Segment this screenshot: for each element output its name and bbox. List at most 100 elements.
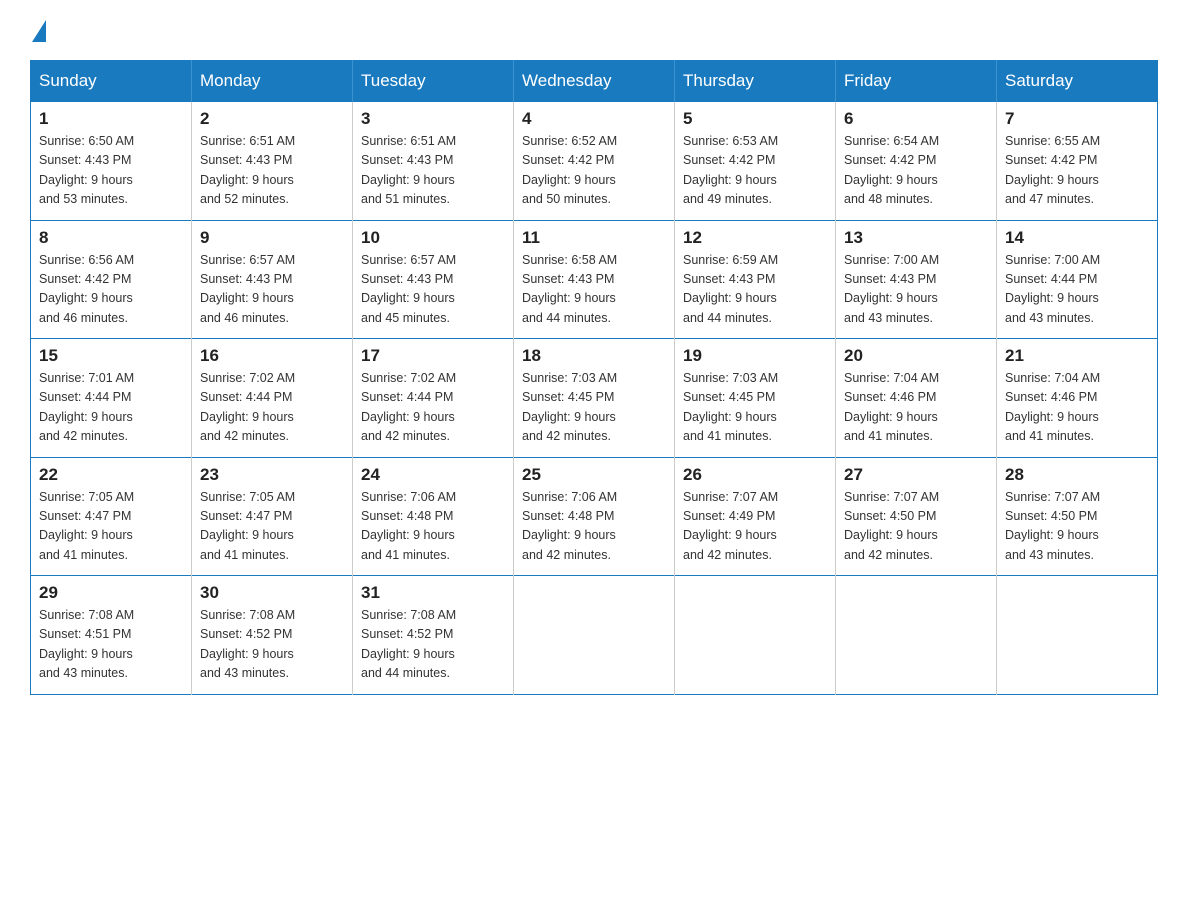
calendar-cell: 30 Sunrise: 7:08 AMSunset: 4:52 PMDayligh…	[192, 576, 353, 695]
calendar-cell: 4 Sunrise: 6:52 AMSunset: 4:42 PMDaylight…	[514, 102, 675, 221]
calendar-cell	[836, 576, 997, 695]
calendar-cell: 9 Sunrise: 6:57 AMSunset: 4:43 PMDaylight…	[192, 220, 353, 339]
day-info: Sunrise: 6:54 AMSunset: 4:42 PMDaylight:…	[844, 132, 988, 210]
day-number: 29	[39, 583, 183, 603]
day-info: Sunrise: 7:00 AMSunset: 4:44 PMDaylight:…	[1005, 251, 1149, 329]
calendar-cell: 22 Sunrise: 7:05 AMSunset: 4:47 PMDayligh…	[31, 457, 192, 576]
day-info: Sunrise: 7:04 AMSunset: 4:46 PMDaylight:…	[1005, 369, 1149, 447]
day-info: Sunrise: 7:07 AMSunset: 4:50 PMDaylight:…	[844, 488, 988, 566]
logo-triangle-icon	[32, 20, 46, 42]
calendar-cell: 24 Sunrise: 7:06 AMSunset: 4:48 PMDayligh…	[353, 457, 514, 576]
day-number: 12	[683, 228, 827, 248]
calendar-cell: 18 Sunrise: 7:03 AMSunset: 4:45 PMDayligh…	[514, 339, 675, 458]
day-info: Sunrise: 7:05 AMSunset: 4:47 PMDaylight:…	[39, 488, 183, 566]
day-number: 31	[361, 583, 505, 603]
col-header-saturday: Saturday	[997, 61, 1158, 102]
calendar-cell: 8 Sunrise: 6:56 AMSunset: 4:42 PMDaylight…	[31, 220, 192, 339]
day-info: Sunrise: 6:55 AMSunset: 4:42 PMDaylight:…	[1005, 132, 1149, 210]
day-number: 8	[39, 228, 183, 248]
day-number: 9	[200, 228, 344, 248]
day-info: Sunrise: 7:07 AMSunset: 4:50 PMDaylight:…	[1005, 488, 1149, 566]
day-number: 22	[39, 465, 183, 485]
calendar-week-row: 29 Sunrise: 7:08 AMSunset: 4:51 PMDayligh…	[31, 576, 1158, 695]
calendar-cell: 26 Sunrise: 7:07 AMSunset: 4:49 PMDayligh…	[675, 457, 836, 576]
day-number: 27	[844, 465, 988, 485]
logo-text	[30, 20, 48, 42]
day-info: Sunrise: 6:57 AMSunset: 4:43 PMDaylight:…	[200, 251, 344, 329]
calendar-week-row: 8 Sunrise: 6:56 AMSunset: 4:42 PMDaylight…	[31, 220, 1158, 339]
day-info: Sunrise: 7:03 AMSunset: 4:45 PMDaylight:…	[522, 369, 666, 447]
day-info: Sunrise: 6:57 AMSunset: 4:43 PMDaylight:…	[361, 251, 505, 329]
day-number: 4	[522, 109, 666, 129]
calendar-week-row: 15 Sunrise: 7:01 AMSunset: 4:44 PMDayligh…	[31, 339, 1158, 458]
day-info: Sunrise: 6:56 AMSunset: 4:42 PMDaylight:…	[39, 251, 183, 329]
day-number: 19	[683, 346, 827, 366]
day-number: 21	[1005, 346, 1149, 366]
day-info: Sunrise: 7:04 AMSunset: 4:46 PMDaylight:…	[844, 369, 988, 447]
calendar-cell: 5 Sunrise: 6:53 AMSunset: 4:42 PMDaylight…	[675, 102, 836, 221]
calendar-cell	[514, 576, 675, 695]
calendar-cell: 3 Sunrise: 6:51 AMSunset: 4:43 PMDaylight…	[353, 102, 514, 221]
day-info: Sunrise: 7:01 AMSunset: 4:44 PMDaylight:…	[39, 369, 183, 447]
col-header-wednesday: Wednesday	[514, 61, 675, 102]
calendar-week-row: 22 Sunrise: 7:05 AMSunset: 4:47 PMDayligh…	[31, 457, 1158, 576]
day-number: 30	[200, 583, 344, 603]
day-number: 26	[683, 465, 827, 485]
calendar-cell: 15 Sunrise: 7:01 AMSunset: 4:44 PMDayligh…	[31, 339, 192, 458]
col-header-tuesday: Tuesday	[353, 61, 514, 102]
calendar-cell: 19 Sunrise: 7:03 AMSunset: 4:45 PMDayligh…	[675, 339, 836, 458]
day-number: 16	[200, 346, 344, 366]
calendar-cell: 16 Sunrise: 7:02 AMSunset: 4:44 PMDayligh…	[192, 339, 353, 458]
logo	[30, 20, 48, 42]
calendar-cell: 10 Sunrise: 6:57 AMSunset: 4:43 PMDayligh…	[353, 220, 514, 339]
day-info: Sunrise: 6:58 AMSunset: 4:43 PMDaylight:…	[522, 251, 666, 329]
calendar-cell	[675, 576, 836, 695]
day-info: Sunrise: 7:05 AMSunset: 4:47 PMDaylight:…	[200, 488, 344, 566]
day-info: Sunrise: 7:07 AMSunset: 4:49 PMDaylight:…	[683, 488, 827, 566]
calendar-week-row: 1Sunrise: 6:50 AMSunset: 4:43 PMDaylight…	[31, 102, 1158, 221]
day-number: 11	[522, 228, 666, 248]
day-number: 10	[361, 228, 505, 248]
day-number: 24	[361, 465, 505, 485]
day-number: 23	[200, 465, 344, 485]
day-number: 2	[200, 109, 344, 129]
day-number: 5	[683, 109, 827, 129]
day-number: 7	[1005, 109, 1149, 129]
day-info: Sunrise: 7:00 AMSunset: 4:43 PMDaylight:…	[844, 251, 988, 329]
calendar-cell: 25 Sunrise: 7:06 AMSunset: 4:48 PMDayligh…	[514, 457, 675, 576]
day-info: Sunrise: 7:08 AMSunset: 4:52 PMDaylight:…	[200, 606, 344, 684]
day-info: Sunrise: 7:06 AMSunset: 4:48 PMDaylight:…	[522, 488, 666, 566]
day-info: Sunrise: 7:08 AMSunset: 4:51 PMDaylight:…	[39, 606, 183, 684]
day-info: Sunrise: 6:51 AMSunset: 4:43 PMDaylight:…	[361, 132, 505, 210]
day-number: 3	[361, 109, 505, 129]
day-info: Sunrise: 7:02 AMSunset: 4:44 PMDaylight:…	[200, 369, 344, 447]
calendar-cell: 27 Sunrise: 7:07 AMSunset: 4:50 PMDayligh…	[836, 457, 997, 576]
calendar-cell: 11 Sunrise: 6:58 AMSunset: 4:43 PMDayligh…	[514, 220, 675, 339]
day-info: Sunrise: 6:53 AMSunset: 4:42 PMDaylight:…	[683, 132, 827, 210]
day-number: 25	[522, 465, 666, 485]
day-number: 13	[844, 228, 988, 248]
day-number: 14	[1005, 228, 1149, 248]
calendar-cell	[997, 576, 1158, 695]
calendar-cell: 20Sunrise: 7:04 AMSunset: 4:46 PMDayligh…	[836, 339, 997, 458]
calendar-cell: 6Sunrise: 6:54 AMSunset: 4:42 PMDaylight…	[836, 102, 997, 221]
day-info: Sunrise: 7:02 AMSunset: 4:44 PMDaylight:…	[361, 369, 505, 447]
calendar-cell: 28Sunrise: 7:07 AMSunset: 4:50 PMDayligh…	[997, 457, 1158, 576]
day-info: Sunrise: 6:51 AMSunset: 4:43 PMDaylight:…	[200, 132, 344, 210]
day-number: 18	[522, 346, 666, 366]
day-info: Sunrise: 6:52 AMSunset: 4:42 PMDaylight:…	[522, 132, 666, 210]
calendar-cell: 17Sunrise: 7:02 AMSunset: 4:44 PMDayligh…	[353, 339, 514, 458]
col-header-thursday: Thursday	[675, 61, 836, 102]
calendar-cell: 13 Sunrise: 7:00 AMSunset: 4:43 PMDayligh…	[836, 220, 997, 339]
calendar-cell: 31Sunrise: 7:08 AMSunset: 4:52 PMDayligh…	[353, 576, 514, 695]
col-header-monday: Monday	[192, 61, 353, 102]
day-info: Sunrise: 7:03 AMSunset: 4:45 PMDaylight:…	[683, 369, 827, 447]
day-number: 15	[39, 346, 183, 366]
calendar-header-row: SundayMondayTuesdayWednesdayThursdayFrid…	[31, 61, 1158, 102]
page-header	[30, 20, 1158, 42]
calendar-cell: 1Sunrise: 6:50 AMSunset: 4:43 PMDaylight…	[31, 102, 192, 221]
day-info: Sunrise: 7:06 AMSunset: 4:48 PMDaylight:…	[361, 488, 505, 566]
calendar-cell: 2 Sunrise: 6:51 AMSunset: 4:43 PMDaylight…	[192, 102, 353, 221]
calendar-cell: 14 Sunrise: 7:00 AMSunset: 4:44 PMDayligh…	[997, 220, 1158, 339]
day-info: Sunrise: 6:50 AMSunset: 4:43 PMDaylight:…	[39, 132, 183, 210]
